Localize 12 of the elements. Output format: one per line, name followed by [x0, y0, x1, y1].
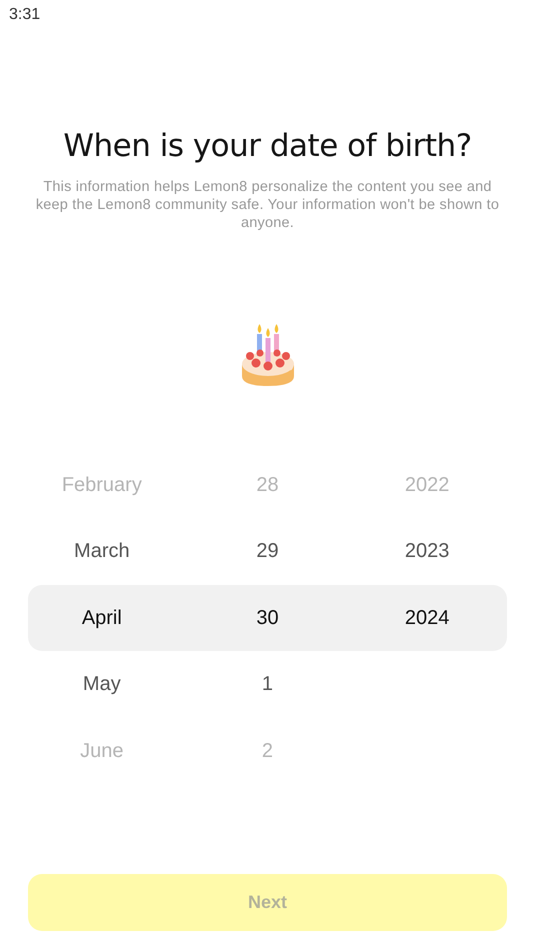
picker-option[interactable]: 30 [256, 606, 279, 630]
page-title: When is your date of birth? [62, 128, 473, 164]
picker-option[interactable]: May [82, 673, 121, 696]
picker-option[interactable]: April [82, 606, 122, 630]
picker-option[interactable]: 2024 [404, 606, 450, 630]
description-text: This information helps Lemon8 personalize the content you see and keep the Lemon8 community safe. Your information won't be shown to anyone. [34, 178, 500, 232]
status-time: 3:31 [9, 6, 40, 23]
cake-icon [240, 322, 296, 388]
picker-option[interactable]: 2023 [404, 540, 450, 564]
picker-option[interactable]: 29 [256, 540, 279, 564]
picker-option[interactable]: 1 [262, 673, 274, 696]
picker-option[interactable]: March [74, 540, 130, 564]
